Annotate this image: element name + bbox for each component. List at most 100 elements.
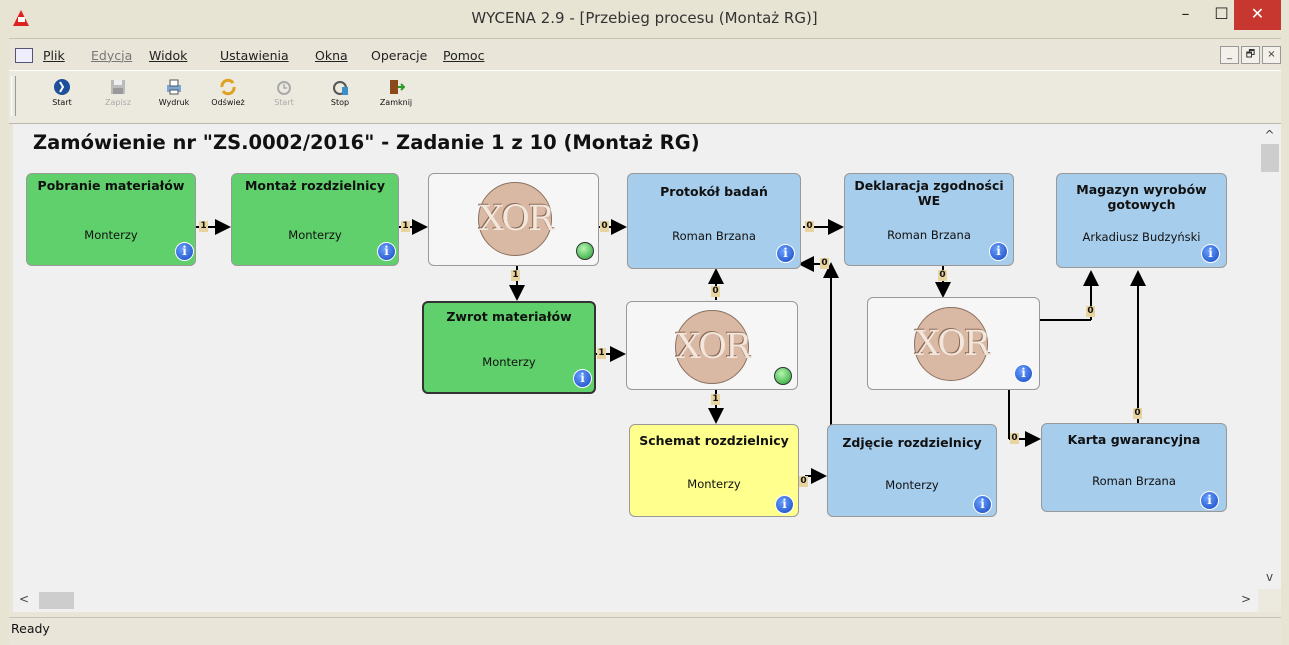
info-icon[interactable]: i [973,495,992,514]
menu-widok[interactable]: Widok [149,48,187,63]
link-label: 0 [938,270,947,281]
xor-label: XOR [676,327,751,367]
node-karta-gwarancyjna[interactable]: Karta gwarancyjna Roman Brzana i [1041,423,1227,512]
link-label: 1 [401,221,410,232]
link-label: 1 [199,221,208,232]
start-task-icon [277,81,291,95]
refresh-icon [220,78,236,96]
info-icon[interactable]: i [1201,244,1220,263]
status-text: Ready [11,621,50,636]
xor-gateway-icon: XOR [478,182,554,256]
node-protokol-badan[interactable]: Protokół badań Roman Brzana i [627,173,801,269]
link-label: 1 [711,394,720,405]
toolbar-start-task-button[interactable]: Start [262,78,306,107]
menu-ustawienia[interactable]: Ustawienia [220,48,289,63]
scroll-left-icon[interactable]: < [19,592,29,606]
link-label: 1 [597,348,606,359]
toolbar-exit-button[interactable]: Zamknij [374,78,418,107]
menu-okna[interactable]: Okna [315,48,348,63]
toolbar-grip[interactable] [11,76,16,116]
xor-gateway-icon: XOR [914,307,990,381]
info-icon[interactable]: i [573,369,592,388]
info-icon[interactable]: i [377,242,396,261]
node-xor-gateway[interactable]: XOR [428,173,599,266]
menu-operacje[interactable]: Operacje [371,48,427,63]
link-label: 0 [805,221,814,232]
close-button[interactable]: ✕ [1234,0,1281,30]
scroll-right-icon[interactable]: > [1241,592,1251,606]
node-assignee: Arkadiusz Budzyński [1082,230,1201,244]
link-label: 0 [1086,306,1095,317]
mdi-window-icon[interactable] [15,48,33,63]
vertical-scroll-thumb[interactable] [1261,144,1279,172]
link-label: 1 [511,270,520,281]
info-icon[interactable]: i [989,242,1008,261]
node-title: Pobranie materiałów [37,178,185,193]
mdi-close-button[interactable]: × [1262,46,1281,64]
node-assignee: Monterzy [885,478,939,492]
menu-pomoc[interactable]: Pomoc [443,48,484,63]
toolbar-refresh-label: Odśwież [211,98,245,107]
node-assignee: Monterzy [687,477,741,491]
info-icon[interactable]: i [776,244,795,263]
stop-icon [333,81,348,95]
window-frame-right [1281,38,1289,645]
status-bar: Ready [9,617,1281,640]
node-assignee: Roman Brzana [1092,474,1176,488]
link-label: 0 [711,286,720,297]
toolbar-save-label: Zapisz [104,98,132,107]
menu-plik[interactable]: Plik [43,48,65,63]
toolbar-print-label: Wydruk [158,98,190,107]
toolbar-stop-button[interactable]: Stop [318,78,362,107]
node-magazyn-wyrobow[interactable]: Magazyn wyrobów gotowych Arkadiusz Budzy… [1056,173,1227,268]
node-title: Deklaracja zgodności WE [854,178,1004,208]
mdi-minimize-button[interactable]: _ [1220,46,1239,64]
node-zwrot-materialow[interactable]: Zwrot materiałów Monterzy i [422,301,596,394]
info-icon[interactable]: i [175,242,194,261]
toolbar-start-label: Start [52,98,72,107]
toolbar [9,70,1281,124]
link-label: 0 [820,258,829,269]
info-icon[interactable]: i [1200,491,1219,510]
menu-edycja[interactable]: Edycja [91,48,132,63]
horizontal-scroll-thumb[interactable] [39,592,74,609]
node-assignee: Roman Brzana [887,228,971,242]
node-title: Schemat rozdzielnicy [639,433,789,448]
toolbar-print-button[interactable]: Wydruk [152,78,196,107]
process-diagram-canvas: Zamówienie nr "ZS.0002/2016" - Zadanie 1… [13,124,1258,589]
node-deklaracja-zgodnosci[interactable]: Deklaracja zgodności WE Roman Brzana i [844,173,1014,266]
node-assignee: Monterzy [84,228,138,242]
node-schemat-rozdzielnicy[interactable]: Schemat rozdzielnicy Monterzy i [629,424,799,517]
link-label: 0 [1010,433,1019,444]
node-xor-gateway[interactable]: XOR i [867,297,1040,390]
node-assignee: Monterzy [288,228,342,242]
vertical-scrollbar[interactable]: ^ v [1258,124,1281,589]
info-icon[interactable]: i [1014,364,1033,383]
toolbar-start-button[interactable]: Start [40,78,84,107]
scroll-up-icon[interactable]: ^ [1258,128,1281,142]
xor-gateway-icon: XOR [675,310,751,384]
info-icon[interactable]: i [775,495,794,514]
link-label: 0 [600,221,609,232]
scroll-down-icon[interactable]: v [1258,570,1281,584]
node-title: Zdjęcie rozdzielnicy [842,435,982,450]
node-zdjecie-rozdzielnicy[interactable]: Zdjęcie rozdzielnicy Monterzy i [827,424,997,517]
node-xor-gateway[interactable]: XOR [626,301,798,390]
menu-bar: Plik Edycja Widok Ustawienia Okna Operac… [9,43,1281,67]
toolbar-save-button[interactable]: Zapisz [96,78,140,107]
exit-icon [390,80,405,94]
status-green-icon [774,367,792,385]
window-title: WYCENA 2.9 - [Przebieg procesu (Montaż R… [471,9,818,27]
scroll-corner [1258,589,1281,612]
toolbar-refresh-button[interactable]: Odśwież [206,78,250,107]
start-icon [54,79,70,95]
horizontal-scrollbar[interactable]: < > [13,589,1258,612]
node-montaz-rozdzielnicy[interactable]: Montaż rozdzielnicy Monterzy i [231,173,399,266]
window-frame-left [0,38,9,645]
node-assignee: Roman Brzana [672,229,756,243]
mdi-restore-button[interactable]: 🗗 [1241,46,1260,64]
node-pobranie-materialow[interactable]: Pobranie materiałów Monterzy i [26,173,196,266]
node-assignee: Monterzy [482,355,536,369]
node-title: Zwrot materiałów [446,309,572,324]
title-bar: WYCENA 2.9 - [Przebieg procesu (Montaż R… [0,0,1289,39]
